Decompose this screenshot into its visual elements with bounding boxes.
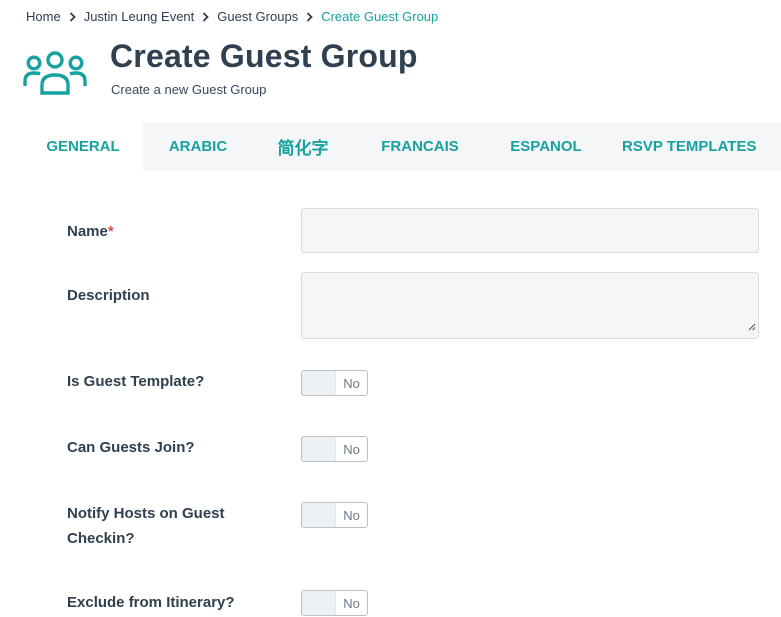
name-input[interactable] [301, 208, 759, 253]
page-subtitle: Create a new Guest Group [111, 82, 267, 97]
can-guests-join-toggle[interactable]: No [301, 436, 368, 462]
chevron-right-icon [306, 11, 313, 22]
resize-handle-icon[interactable] [748, 318, 756, 336]
can-guests-join-label: Can Guests Join? [67, 439, 195, 456]
is-guest-template-toggle[interactable]: No [301, 370, 368, 396]
users-icon [22, 48, 88, 101]
breadcrumb-guest-groups[interactable]: Guest Groups [217, 9, 298, 24]
toggle-state: No [343, 375, 360, 391]
description-label: Description [67, 287, 150, 304]
breadcrumb: Home Justin Leung Event Guest Groups Cre… [26, 9, 438, 24]
tab-espanol[interactable]: ESPANOL [487, 122, 605, 171]
exclude-itinerary-label: Exclude from Itinerary? [67, 594, 235, 611]
tab-general[interactable]: GENERAL [23, 122, 143, 171]
chevron-right-icon [69, 11, 76, 22]
toggle-knob [302, 591, 336, 615]
breadcrumb-current: Create Guest Group [321, 9, 439, 24]
exclude-itinerary-toggle[interactable]: No [301, 590, 368, 616]
page-title: Create Guest Group [110, 38, 418, 74]
toggle-state: No [343, 595, 360, 611]
toggle-knob [302, 371, 336, 395]
tab-francais[interactable]: FRANCAIS [353, 122, 487, 171]
description-textarea[interactable] [301, 272, 759, 339]
tab-arabic[interactable]: ARABIC [143, 122, 253, 171]
notify-hosts-toggle[interactable]: No [301, 502, 368, 528]
name-label-text: Name [67, 223, 108, 240]
name-label: Name* [67, 219, 114, 244]
toggle-knob [302, 437, 336, 461]
is-guest-template-label: Is Guest Template? [67, 373, 205, 390]
notify-hosts-label-line2: Checkin? [67, 530, 135, 547]
tab-rsvp-templates[interactable]: RSVP TEMPLATES [605, 122, 781, 171]
toggle-knob [302, 503, 336, 527]
notify-hosts-label: Notify Hosts on Guest Checkin? [67, 501, 225, 551]
language-tabs: GENERAL ARABIC 简化字 FRANCAIS ESPANOL RSVP… [23, 122, 781, 171]
breadcrumb-event[interactable]: Justin Leung Event [84, 9, 195, 24]
tab-simplified-chinese[interactable]: 简化字 [253, 122, 353, 171]
required-marker: * [107, 223, 114, 240]
chevron-right-icon [202, 11, 210, 22]
breadcrumb-home[interactable]: Home [26, 9, 61, 24]
notify-hosts-label-line1: Notify Hosts on Guest [67, 505, 225, 522]
toggle-state: No [343, 441, 360, 457]
toggle-state: No [343, 507, 360, 523]
